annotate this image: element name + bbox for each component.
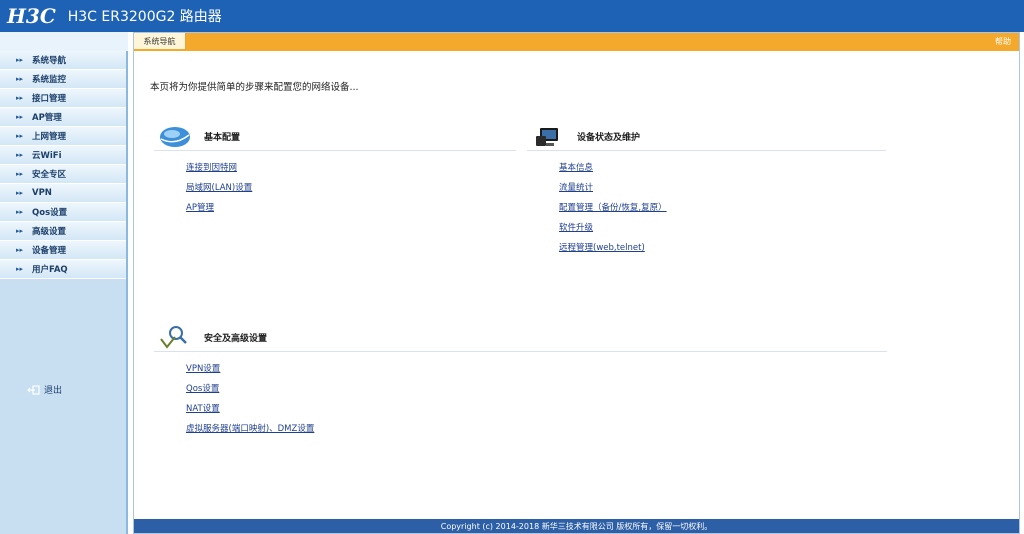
sidebar-item-qos[interactable]: ▸▸ Qos设置 <box>0 203 126 222</box>
tab-bar: 系统导航 帮助 <box>134 33 1019 49</box>
section-title: 基本配置 <box>204 133 241 143</box>
top-header: H3C H3C ER3200G2 路由器 <box>0 0 1024 32</box>
sidebar-item-label: VPN <box>32 188 52 198</box>
footer-copyright: Copyright (c) 2014-2018 新华三技术有限公司 版权所有，保… <box>134 519 1019 533</box>
tab-system-nav[interactable]: 系统导航 <box>134 33 186 49</box>
sidebar-item-interface[interactable]: ▸▸ 接口管理 <box>0 89 126 108</box>
link-vpn-settings[interactable]: VPN设置 <box>186 362 220 374</box>
sidebar-item-label: 安全专区 <box>32 170 67 180</box>
double-chevron-right-icon: ▸▸ <box>16 207 24 216</box>
tab-underline <box>134 49 1019 51</box>
section-header: 设备状态及维护 <box>527 123 886 151</box>
link-remote-manage[interactable]: 远程管理(web,telnet) <box>559 241 645 253</box>
link-basic-info[interactable]: 基本信息 <box>559 161 593 173</box>
double-chevron-right-icon: ▸▸ <box>16 169 24 178</box>
sidebar-item-internet[interactable]: ▸▸ 上网管理 <box>0 127 126 146</box>
section-device-status: 设备状态及维护 基本信息 流量统计 配置管理（备份/恢复,复原） 软件升级 远程… <box>527 123 886 257</box>
double-chevron-right-icon: ▸▸ <box>16 226 24 235</box>
sidebar-item-label: 接口管理 <box>32 94 67 104</box>
section-title: 设备状态及维护 <box>577 133 641 143</box>
monitor-icon <box>536 128 558 146</box>
sidebar-item-label: 系统监控 <box>32 75 67 85</box>
double-chevron-right-icon: ▸▸ <box>16 150 24 159</box>
right-gutter <box>1020 32 1024 534</box>
double-chevron-right-icon: ▸▸ <box>16 112 24 121</box>
sidebar-item-label: 设备管理 <box>32 246 67 256</box>
sidebar-item-security[interactable]: ▸▸ 安全专区 <box>0 165 126 184</box>
link-ap-manage[interactable]: AP管理 <box>186 201 214 213</box>
double-chevron-right-icon: ▸▸ <box>16 264 24 273</box>
sidebar-item-label: 上网管理 <box>32 132 67 142</box>
sidebar-item-label: 系统导航 <box>32 56 67 66</box>
sidebar-menu: ▸▸ 系统导航 ▸▸ 系统监控 ▸▸ 接口管理 ▸▸ AP管理 ▸▸ 上网管理 ▸▸ 云Wi… <box>0 51 126 279</box>
intro-text: 本页将为你提供简单的步骤来配置您的网络设备... <box>150 82 359 93</box>
h3c-logo: H3C <box>7 4 56 28</box>
main-panel: 系统导航 帮助 本页将为你提供简单的步骤来配置您的网络设备... 基本配置 连接… <box>133 32 1020 534</box>
link-traffic-stats[interactable]: 流量统计 <box>559 181 593 193</box>
sidebar-item-label: 用户FAQ <box>32 265 68 275</box>
section-header: 安全及高级设置 <box>154 324 887 352</box>
double-chevron-right-icon: ▸▸ <box>16 188 24 197</box>
logout-label: 退出 <box>44 386 63 396</box>
link-nat-settings[interactable]: NAT设置 <box>186 402 220 414</box>
sidebar-item-label: 云WiFi <box>32 151 62 161</box>
double-chevron-right-icon: ▸▸ <box>16 74 24 83</box>
sidebar-top-spacer <box>0 32 128 51</box>
sidebar-item-advanced[interactable]: ▸▸ 高级设置 <box>0 222 126 241</box>
double-chevron-right-icon: ▸▸ <box>16 245 24 254</box>
link-list: VPN设置 Qos设置 NAT设置 虚拟服务器(端口映射)、DMZ设置 <box>186 358 887 438</box>
sidebar-item-vpn[interactable]: ▸▸ VPN <box>0 184 126 203</box>
link-software-upgrade[interactable]: 软件升级 <box>559 221 593 233</box>
sidebar-item-label: Qos设置 <box>32 208 68 218</box>
section-title: 安全及高级设置 <box>204 334 268 344</box>
logout-icon <box>27 384 40 395</box>
double-chevron-right-icon: ▸▸ <box>16 131 24 140</box>
sidebar-item-label: 高级设置 <box>32 227 67 237</box>
link-list: 基本信息 流量统计 配置管理（备份/恢复,复原） 软件升级 远程管理(web,t… <box>559 157 886 257</box>
sidebar-item-cloud-wifi[interactable]: ▸▸ 云WiFi <box>0 146 126 165</box>
help-link[interactable]: 帮助 <box>995 36 1011 47</box>
link-lan-settings[interactable]: 局域网(LAN)设置 <box>186 181 252 193</box>
link-qos-settings[interactable]: Qos设置 <box>186 382 219 394</box>
sidebar: ▸▸ 系统导航 ▸▸ 系统监控 ▸▸ 接口管理 ▸▸ AP管理 ▸▸ 上网管理 ▸▸ 云Wi… <box>0 32 128 534</box>
logout-button[interactable]: 退出 <box>27 383 62 396</box>
double-chevron-right-icon: ▸▸ <box>16 55 24 64</box>
sidebar-item-system-monitor[interactable]: ▸▸ 系统监控 <box>0 70 126 89</box>
section-basic-config: 基本配置 连接到因特网 局域网(LAN)设置 AP管理 <box>154 123 516 217</box>
sidebar-item-ap[interactable]: ▸▸ AP管理 <box>0 108 126 127</box>
sidebar-item-system-nav[interactable]: ▸▸ 系统导航 <box>0 51 126 70</box>
sidebar-item-device[interactable]: ▸▸ 设备管理 <box>0 241 126 260</box>
link-connect-internet[interactable]: 连接到因特网 <box>186 161 237 173</box>
section-security-advanced: 安全及高级设置 VPN设置 Qos设置 NAT设置 虚拟服务器(端口映射)、DM… <box>154 324 887 438</box>
magnifier-check-icon <box>160 326 187 349</box>
double-chevron-right-icon: ▸▸ <box>16 93 24 102</box>
link-virtual-server-dmz[interactable]: 虚拟服务器(端口映射)、DMZ设置 <box>186 422 314 434</box>
globe-icon <box>160 127 190 147</box>
sidebar-item-faq[interactable]: ▸▸ 用户FAQ <box>0 260 126 279</box>
section-header: 基本配置 <box>154 123 516 151</box>
link-config-manage[interactable]: 配置管理（备份/恢复,复原） <box>559 201 667 213</box>
link-list: 连接到因特网 局域网(LAN)设置 AP管理 <box>186 157 516 217</box>
sidebar-item-label: AP管理 <box>32 113 62 123</box>
product-title: H3C ER3200G2 路由器 <box>67 9 222 25</box>
